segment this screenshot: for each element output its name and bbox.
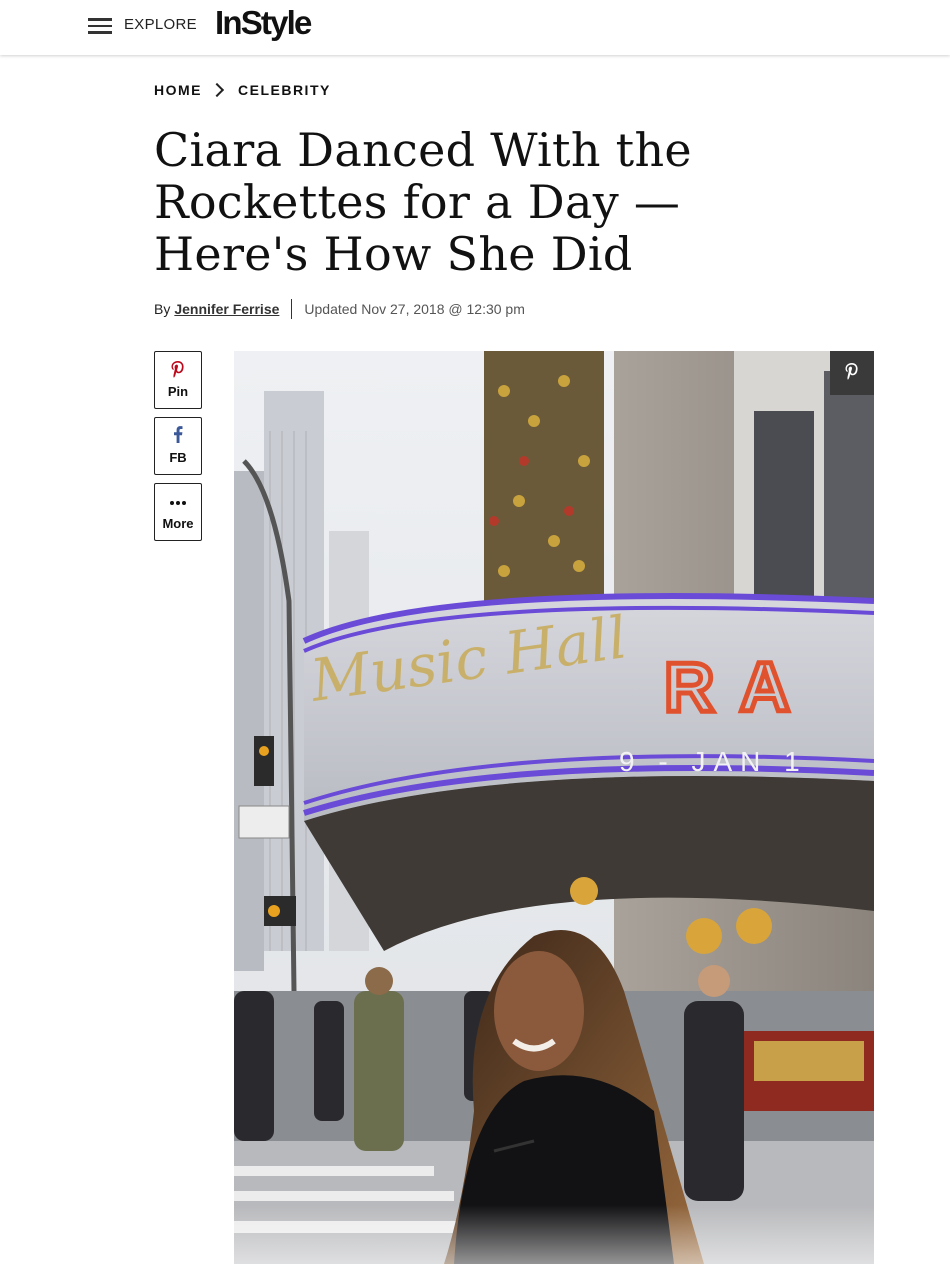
facebook-icon xyxy=(155,418,201,450)
image-pin-button[interactable] xyxy=(830,351,874,395)
explore-link[interactable]: EXPLORE xyxy=(124,16,197,33)
byline: By Jennifer Ferrise Updated Nov 27, 2018… xyxy=(154,299,525,319)
author-link[interactable]: Jennifer Ferrise xyxy=(174,301,279,317)
hero-image: Music Hall RA 9 - JAN 1 xyxy=(234,351,874,1264)
breadcrumb-home[interactable]: HOME xyxy=(154,82,202,98)
updated-date: Updated Nov 27, 2018 @ 12:30 pm xyxy=(304,301,525,317)
hamburger-menu-icon[interactable] xyxy=(88,18,112,34)
marquee-letters: RA xyxy=(664,648,815,726)
more-dots-icon xyxy=(155,484,201,516)
by-label: By xyxy=(154,301,171,317)
share-pin-button[interactable]: Pin xyxy=(154,351,202,409)
marquee-subtext: 9 - JAN 1 xyxy=(619,746,808,777)
breadcrumb-celebrity[interactable]: CELEBRITY xyxy=(238,82,331,98)
site-header: EXPLORE InStyle xyxy=(0,0,950,55)
chevron-right-icon xyxy=(209,82,225,98)
article-title: Ciara Danced With the Rockettes for a Da… xyxy=(154,123,692,281)
byline-divider xyxy=(291,299,293,319)
pinterest-icon xyxy=(844,361,860,386)
share-more-label: More xyxy=(162,516,194,531)
breadcrumb: HOME CELEBRITY xyxy=(154,82,331,98)
site-logo[interactable]: InStyle xyxy=(215,4,312,42)
share-pin-label: Pin xyxy=(167,384,189,399)
pinterest-icon xyxy=(155,352,201,384)
share-facebook-label: FB xyxy=(169,450,187,465)
share-more-button[interactable]: More xyxy=(154,483,202,541)
share-facebook-button[interactable]: FB xyxy=(154,417,202,475)
